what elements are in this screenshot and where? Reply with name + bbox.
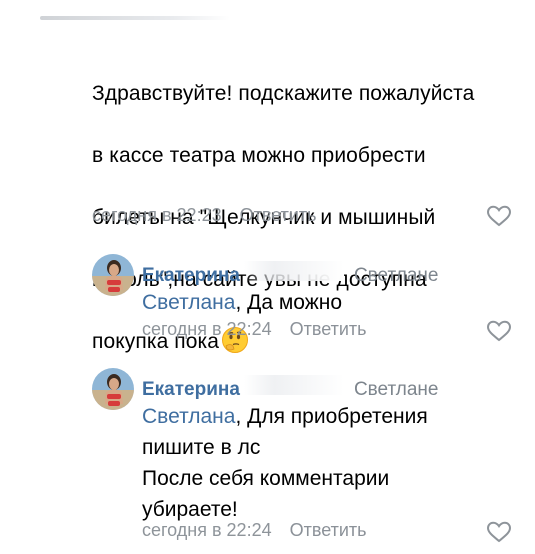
reply-meta: сегодня в 22:24 Ответить	[142, 319, 367, 340]
timestamp: сегодня в 22:24	[142, 319, 272, 339]
avatar-photo	[92, 368, 134, 410]
mention-link[interactable]: Светлана	[142, 291, 235, 314]
timestamp: сегодня в 22:23	[92, 205, 222, 225]
avatar[interactable]	[92, 368, 134, 410]
like-heart-icon[interactable]	[486, 320, 512, 342]
reply-line-text: , Для приобретения	[235, 405, 428, 428]
reply-line-text: , Да можно	[235, 291, 343, 314]
redacted-surname	[243, 375, 344, 395]
comment-line: Здравствуйте! подскажите пожалуйста	[92, 82, 475, 105]
reply-meta: сегодня в 22:24 Ответить	[142, 520, 367, 541]
previous-comment-edge	[40, 16, 230, 20]
reply-to[interactable]: Светлане	[354, 265, 439, 287]
reply-author[interactable]: Екатерина	[142, 379, 240, 401]
comment-meta: сегодня в 22:23 Ответить	[92, 205, 317, 226]
comment-line: в кассе театра можно приобрести	[92, 144, 426, 167]
like-heart-icon[interactable]	[486, 521, 512, 543]
reply-header: Екатерина Светлане	[142, 261, 439, 287]
reply-to[interactable]: Светлане	[354, 379, 439, 401]
reply-button[interactable]: Ответить	[290, 520, 367, 541]
mention-link[interactable]: Светлана	[142, 405, 235, 428]
timestamp: сегодня в 22:24	[142, 520, 272, 540]
avatar[interactable]	[92, 254, 134, 296]
avatar-photo	[92, 254, 134, 296]
reply-text: Светлана, Для приобретения пишите в лс П…	[142, 401, 428, 525]
redacted-surname	[243, 261, 344, 281]
reply-line: Светлана, Да можно	[142, 287, 342, 318]
reply-header: Екатерина Светлане	[142, 375, 439, 401]
reply-text: Светлана, Да можно	[142, 287, 342, 318]
reply-line: После себя комментарии	[142, 467, 390, 490]
reply-line: пишите в лс	[142, 436, 261, 459]
reply-button[interactable]: Ответить	[240, 205, 317, 226]
reply-button[interactable]: Ответить	[290, 319, 367, 340]
reply-author[interactable]: Екатерина	[142, 265, 240, 287]
reply-line: Светлана, Для приобретения	[142, 401, 428, 432]
like-heart-icon[interactable]	[486, 205, 512, 227]
